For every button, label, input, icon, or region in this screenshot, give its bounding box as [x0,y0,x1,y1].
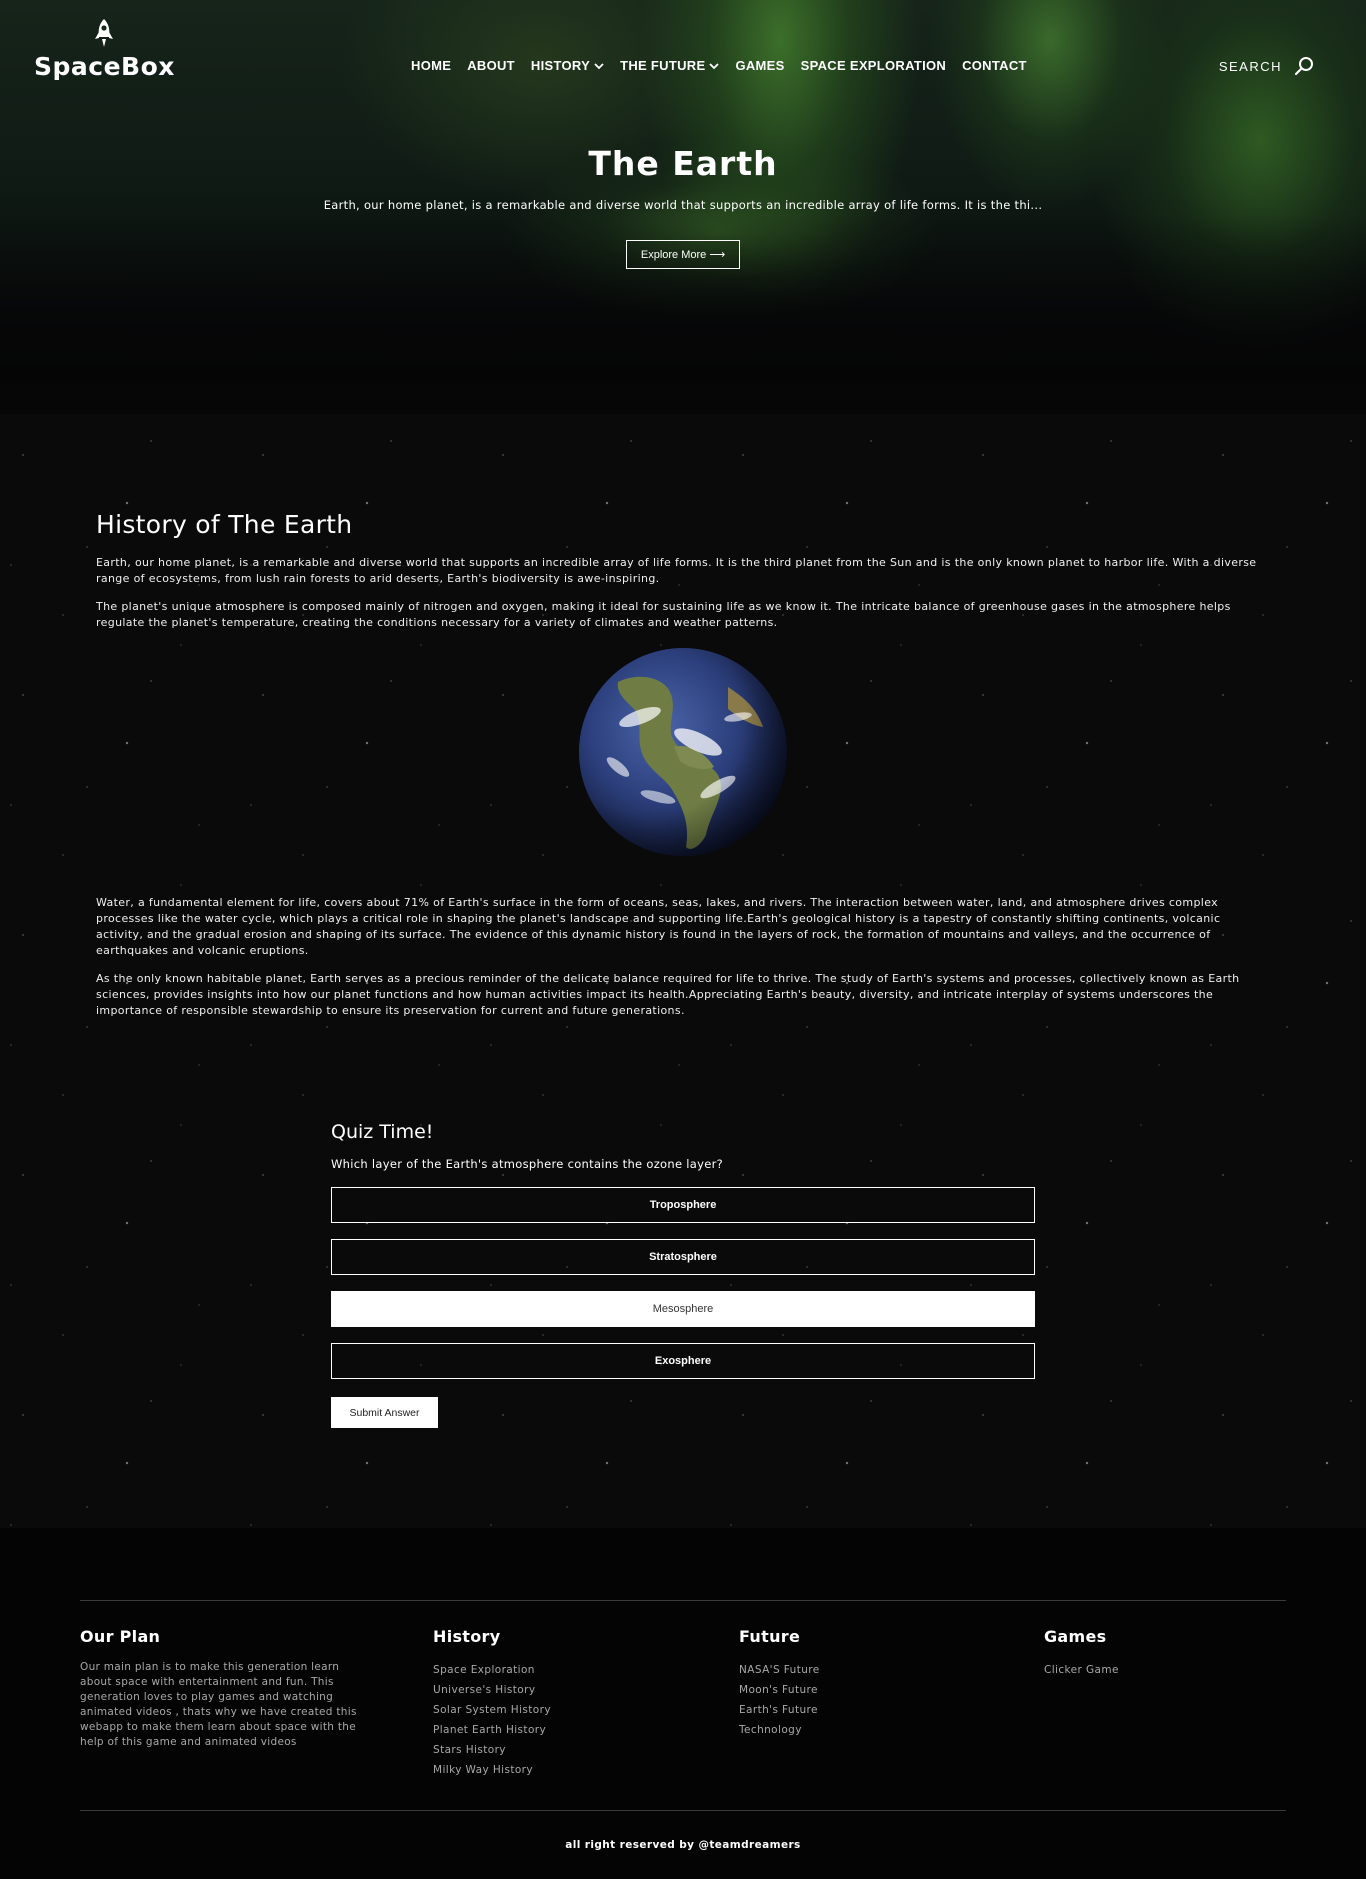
nav-label: GAMES [735,58,785,73]
history-section: History of The Earth Earth, our home pla… [0,414,1366,1071]
explore-more-button[interactable]: Explore More ⟶ [626,240,740,269]
nav-label: SPACE EXPLORATION [800,58,947,73]
nav-item-games[interactable]: GAMES [735,58,784,73]
footer-link-universes-history[interactable]: Universe's History [433,1680,739,1700]
submit-answer-button[interactable]: Submit Answer [331,1397,438,1428]
footer: Our Plan Our main plan is to make this g… [0,1528,1366,1879]
hero-title: The Earth [588,144,778,183]
footer-link-space-exploration[interactable]: Space Exploration [433,1660,739,1680]
footer-plan-text: Our main plan is to make this generation… [80,1661,357,1748]
main-nav: HOME ABOUT HISTORY THE FUTURE GAMES SPAC… [411,58,1027,73]
magnifier-icon [1294,57,1313,76]
quiz-option-exosphere[interactable]: Exosphere [331,1343,1035,1379]
footer-games-column: Games Clicker Game [1044,1627,1119,1780]
footer-link-milky-way-history[interactable]: Milky Way History [433,1760,739,1780]
footer-plan-title: Our Plan [80,1627,161,1646]
quiz-title: Quiz Time! [331,1121,434,1143]
history-paragraph: As the only known habitable planet, Eart… [96,972,1240,1017]
quiz-question: Which layer of the Earth's atmosphere co… [331,1157,724,1171]
footer-link-clicker-game[interactable]: Clicker Game [1044,1660,1119,1680]
nav-item-contact[interactable]: CONTACT [962,58,1027,73]
starfield-background: History of The Earth Earth, our home pla… [0,414,1366,1528]
history-paragraph: Water, a fundamental element for life, c… [96,896,1221,957]
earth-image-container [96,647,1270,857]
earth-globe-image [579,648,787,856]
brand-logo[interactable]: SpaceBox [34,18,174,81]
footer-link-nasas-future[interactable]: NASA'S Future [739,1660,1044,1680]
chevron-down-icon [709,62,720,69]
footer-plan-column: Our Plan Our main plan is to make this g… [80,1627,433,1780]
hero-section: SpaceBox HOME ABOUT HISTORY THE FUTURE G… [0,0,1366,414]
footer-link-moons-future[interactable]: Moon's Future [739,1680,1044,1700]
footer-link-planet-earth-history[interactable]: Planet Earth History [433,1720,739,1740]
search-button[interactable]: SEARCH [1219,56,1314,76]
quiz-option-troposphere[interactable]: Troposphere [331,1187,1035,1223]
footer-future-column: Future NASA'S Future Moon's Future Earth… [739,1627,1044,1780]
history-paragraph: Earth, our home planet, is a remarkable … [96,556,1257,585]
nav-item-history[interactable]: HISTORY [531,58,604,73]
footer-link-technology[interactable]: Technology [739,1720,1044,1740]
nav-label: ABOUT [467,58,515,73]
nav-label: HISTORY [530,58,591,73]
nav-label: CONTACT [962,58,1027,73]
nav-label: THE FUTURE [620,58,706,73]
nav-item-the-future[interactable]: THE FUTURE [620,58,720,73]
rocket-icon [95,19,113,47]
footer-history-column: History Space Exploration Universe's His… [433,1627,739,1780]
history-title: History of The Earth [96,510,353,539]
footer-future-title: Future [739,1627,801,1646]
quiz-section: Quiz Time! Which layer of the Earth's at… [331,1071,1035,1528]
brand-name: SpaceBox [34,52,175,81]
nav-item-space-exploration[interactable]: SPACE EXPLORATION [801,58,946,73]
footer-link-solar-system-history[interactable]: Solar System History [433,1700,739,1720]
quiz-option-mesosphere[interactable]: Mesosphere [331,1291,1035,1327]
copyright-text: all right reserved by @teamdreamers [565,1839,801,1851]
nav-label: HOME [411,58,452,73]
chevron-down-icon [594,62,604,69]
nav-item-home[interactable]: HOME [411,58,451,73]
footer-link-earths-future[interactable]: Earth's Future [739,1700,1044,1720]
search-label: SEARCH [1218,58,1282,74]
quiz-option-stratosphere[interactable]: Stratosphere [331,1239,1035,1275]
footer-columns: Our Plan Our main plan is to make this g… [80,1601,1286,1810]
footer-games-title: Games [1044,1627,1107,1646]
history-paragraph: The planet's unique atmosphere is compos… [96,600,1231,629]
nav-item-about[interactable]: ABOUT [467,58,515,73]
footer-link-stars-history[interactable]: Stars History [433,1740,739,1760]
footer-history-title: History [433,1627,501,1646]
hero-subtitle: Earth, our home planet, is a remarkable … [323,198,1043,212]
